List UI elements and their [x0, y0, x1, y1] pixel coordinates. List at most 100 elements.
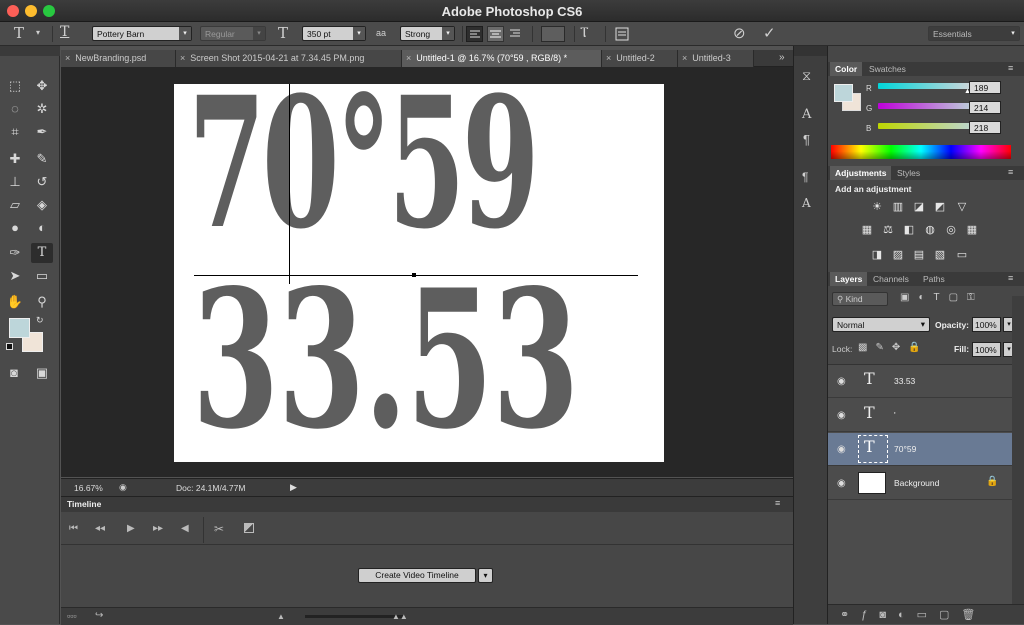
transition-icon[interactable]: [244, 523, 254, 533]
eye-icon[interactable]: ◉: [837, 478, 846, 489]
layer-row[interactable]: ◉ T 33.53: [828, 365, 1012, 398]
path-selection-tool-icon[interactable]: ➤: [4, 266, 26, 286]
font-style-dropdown[interactable]: Regular ▾: [200, 26, 266, 41]
layer-row[interactable]: ◉ T 70°59: [828, 433, 1012, 466]
paint-bucket-tool-icon[interactable]: ◈: [31, 195, 53, 215]
invert-icon[interactable]: ◨: [870, 248, 884, 262]
layer-filter-icons[interactable]: ▣◐T▢⚿: [900, 292, 984, 303]
panel-menu-icon[interactable]: ≡: [775, 498, 780, 508]
paragraph-styles-icon[interactable]: ¶: [802, 170, 808, 184]
timeline-zoom-slider[interactable]: [305, 615, 405, 618]
move-tool-icon[interactable]: ✥: [31, 76, 53, 96]
hand-tool-icon[interactable]: ✋: [4, 292, 26, 312]
timeline-type-dropdown[interactable]: ▾: [478, 568, 493, 583]
tab-untitled-3[interactable]: × Untitled-3: [678, 50, 754, 67]
close-tab-icon[interactable]: ×: [65, 53, 70, 63]
layer-row[interactable]: ◉ Background 🔒: [828, 467, 1012, 500]
layer-action-icons[interactable]: ⚭ƒ◙◐▭▢🗑: [840, 608, 987, 621]
tab-color[interactable]: Color: [830, 62, 863, 76]
warp-text-icon[interactable]: Ⲧ: [580, 24, 589, 41]
eye-icon[interactable]: ◉: [837, 410, 846, 421]
threshold-icon[interactable]: ▤: [912, 248, 926, 262]
opacity-input[interactable]: 100%: [972, 317, 1001, 332]
zoom-tool-icon[interactable]: ⚲: [31, 292, 53, 312]
render-video-icon[interactable]: ▫▫▫: [67, 611, 77, 621]
panel-menu-icon[interactable]: ≡: [1008, 167, 1013, 177]
channel-mixer-icon[interactable]: ◎: [944, 223, 958, 237]
type-tool-icon[interactable]: T: [31, 243, 53, 263]
convert-frame-icon[interactable]: ↪: [95, 610, 103, 621]
close-tab-icon[interactable]: ×: [682, 53, 687, 63]
eye-icon[interactable]: ◉: [837, 444, 846, 455]
tabs-overflow-icon[interactable]: »: [779, 52, 785, 63]
align-center-button[interactable]: [487, 26, 504, 42]
b-value-input[interactable]: 218: [969, 121, 1001, 134]
tab-untitled-1[interactable]: × Untitled-1 @ 16.7% (70°59 , RGB/8) *: [402, 50, 602, 67]
hue-saturation-icon[interactable]: ▦: [860, 223, 874, 237]
screen-mode-icon[interactable]: ▣: [31, 363, 53, 383]
align-right-button[interactable]: [508, 26, 525, 42]
levels-icon[interactable]: ▥: [891, 200, 905, 214]
tab-untitled-2[interactable]: × Untitled-2: [602, 50, 678, 67]
align-left-button[interactable]: [466, 26, 483, 42]
blur-tool-icon[interactable]: ●: [4, 218, 26, 238]
pen-tool-icon[interactable]: ✑: [4, 243, 26, 263]
first-frame-icon[interactable]: ⏮: [69, 523, 78, 534]
black-white-icon[interactable]: ◧: [902, 223, 916, 237]
lasso-tool-icon[interactable]: ◌: [4, 99, 26, 119]
layer-name[interactable]: ': [894, 410, 896, 420]
healing-brush-tool-icon[interactable]: ✚: [4, 149, 26, 169]
workspace-dropdown[interactable]: Essentials ▾: [928, 26, 1020, 41]
toggle-text-orientation-icon[interactable]: T: [60, 24, 69, 40]
cancel-edits-icon[interactable]: ⊘: [733, 24, 746, 42]
create-video-timeline-button[interactable]: Create Video Timeline: [358, 568, 476, 583]
posterize-icon[interactable]: ▨: [891, 248, 905, 262]
layer-name[interactable]: 70°59: [894, 444, 916, 454]
zoom-out-timeline-icon[interactable]: ▲: [277, 612, 285, 621]
status-menu-arrow[interactable]: ▶: [290, 482, 297, 493]
dodge-tool-icon[interactable]: ◐: [31, 218, 53, 238]
magic-wand-tool-icon[interactable]: ✲: [31, 99, 53, 119]
paragraph-panel-icon[interactable]: ¶: [803, 132, 810, 147]
panel-menu-icon[interactable]: ≡: [1008, 63, 1013, 73]
lock-icons[interactable]: ▩✎✥🔒: [858, 342, 929, 353]
tab-layers[interactable]: Layers: [830, 272, 868, 286]
close-tab-icon[interactable]: ×: [606, 53, 611, 63]
layer-name[interactable]: 33.53: [894, 376, 915, 386]
rectangle-tool-icon[interactable]: ▭: [31, 266, 53, 286]
eye-icon[interactable]: ◉: [837, 376, 846, 387]
font-family-dropdown[interactable]: Pottery Barn ▾: [92, 26, 192, 41]
tab-styles[interactable]: Styles: [892, 166, 925, 180]
character-panel-icon[interactable]: A: [802, 107, 811, 122]
audio-icon[interactable]: ◀: [181, 523, 189, 534]
selective-color-icon[interactable]: ▧: [933, 248, 947, 262]
default-colors-icon[interactable]: [6, 343, 13, 350]
tab-channels[interactable]: Channels: [868, 272, 914, 286]
tab-screen-shot[interactable]: × Screen Shot 2015-04-21 at 7.34.45 PM.pn…: [176, 50, 402, 67]
commit-edits-icon[interactable]: ✓: [763, 24, 776, 42]
status-info-icon[interactable]: ◉: [119, 482, 127, 493]
gradient-map-icon[interactable]: ▭: [955, 248, 969, 262]
photo-filter-icon[interactable]: ◍: [923, 223, 937, 237]
color-lookup-icon[interactable]: ▦: [965, 223, 979, 237]
layer-row[interactable]: ◉ T ': [828, 399, 1012, 432]
tab-adjustments[interactable]: Adjustments: [830, 166, 892, 180]
canvas-text-line-1[interactable]: 70°59: [188, 84, 540, 264]
g-value-input[interactable]: 214: [969, 101, 1001, 114]
marquee-tool-icon[interactable]: ⬚: [4, 76, 26, 96]
split-icon[interactable]: ✂: [214, 522, 224, 536]
brush-tool-icon[interactable]: ✎: [31, 149, 53, 169]
clone-stamp-tool-icon[interactable]: ⊥: [4, 172, 26, 192]
blend-mode-dropdown[interactable]: Normal ▾: [832, 317, 930, 332]
character-panel-toggle[interactable]: [615, 27, 629, 41]
vibrance-icon[interactable]: ▽: [955, 200, 969, 214]
chevron-down-icon[interactable]: ▾: [36, 28, 40, 37]
history-brush-tool-icon[interactable]: ↺: [31, 172, 53, 192]
curves-icon[interactable]: ◪: [912, 200, 926, 214]
eyedropper-tool-icon[interactable]: ✒: [31, 122, 53, 142]
close-tab-icon[interactable]: ×: [180, 53, 185, 63]
layer-name[interactable]: Background: [894, 478, 939, 488]
color-panel-foreground[interactable]: [834, 84, 853, 102]
r-value-input[interactable]: 189: [969, 81, 1001, 94]
next-frame-icon[interactable]: ▸▸: [153, 523, 163, 534]
